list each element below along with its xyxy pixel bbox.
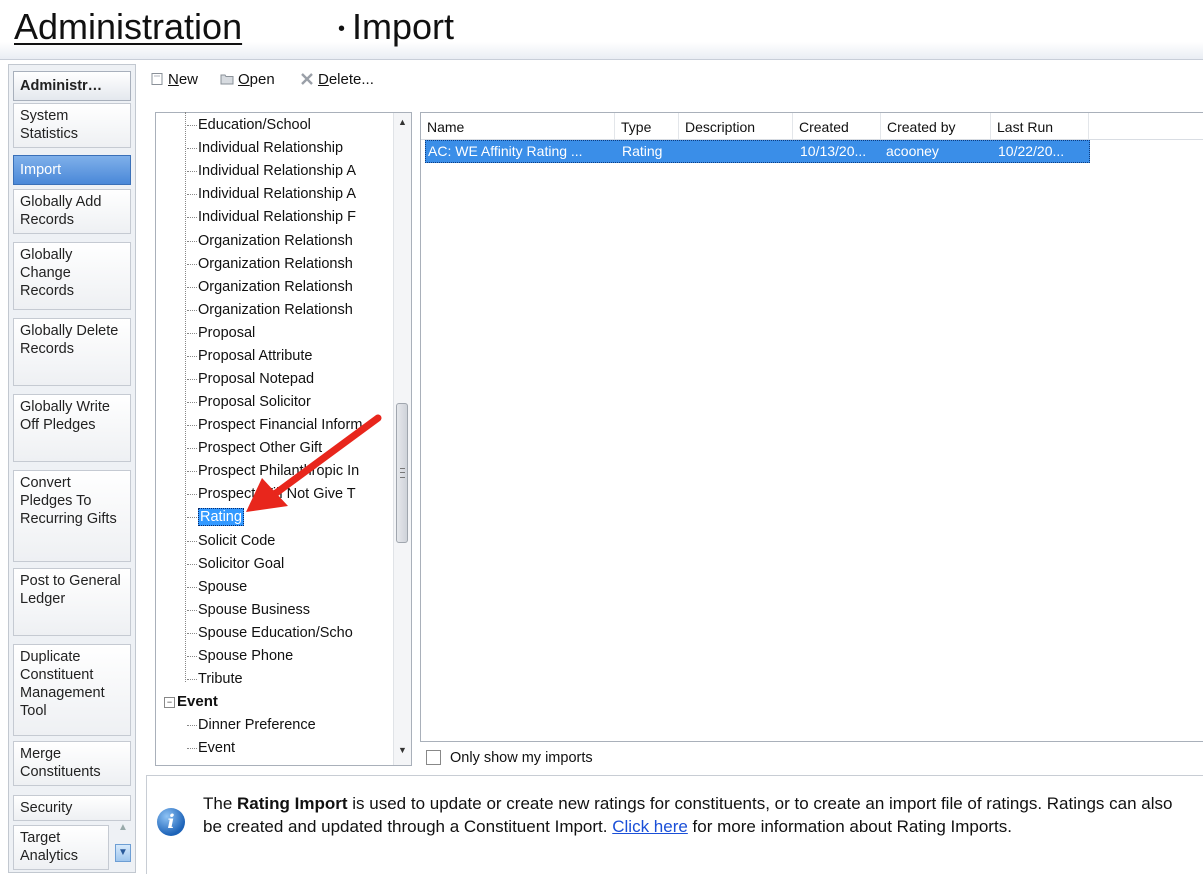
admin-nav-panel: Administr… System Statistics Import Glob…: [8, 64, 136, 873]
column-header-created[interactable]: Created: [793, 113, 881, 139]
column-header-name[interactable]: Name: [421, 113, 615, 139]
nav-item-import[interactable]: Import: [13, 155, 131, 185]
column-header-type[interactable]: Type: [615, 113, 679, 139]
info-icon: i: [157, 808, 185, 836]
tree-item[interactable]: Proposal Solicitor: [187, 391, 311, 413]
tree-item[interactable]: Event: [187, 737, 235, 759]
info-description: The Rating Import is used to update or c…: [203, 794, 1173, 836]
nav-item-globally-write-off-pledges[interactable]: Globally Write Off Pledges: [13, 394, 131, 462]
nav-scrollbar[interactable]: ▲ ▼: [115, 820, 131, 868]
new-button[interactable]: New: [150, 66, 198, 94]
tree-item[interactable]: Organization Relationsh: [187, 230, 353, 252]
open-button[interactable]: Open: [220, 66, 275, 94]
tree-item[interactable]: Individual Relationship A: [187, 183, 356, 205]
cell-description: [686, 141, 794, 162]
tree-item[interactable]: Organization Relationsh: [187, 253, 353, 275]
tree-item[interactable]: Spouse Phone: [187, 645, 293, 667]
tree-group-event[interactable]: − Event: [164, 691, 218, 713]
cell-created: 10/13/20...: [800, 143, 867, 159]
new-icon: [151, 73, 163, 85]
scroll-down-icon[interactable]: ▼: [394, 745, 411, 755]
help-link[interactable]: Click here: [612, 817, 688, 836]
tree-item[interactable]: Proposal Attribute: [187, 345, 312, 367]
only-my-imports-checkbox[interactable]: [426, 750, 441, 765]
grid-header: Name Type Description Created Created by…: [421, 113, 1203, 140]
scroll-thumb[interactable]: [396, 403, 408, 543]
tree-item[interactable]: Prospect Will Not Give T: [187, 483, 356, 505]
tree-item[interactable]: Dinner Preference: [187, 714, 316, 736]
table-row[interactable]: AC: WE Affinity Rating ... Rating 10/13/…: [425, 140, 1090, 163]
delete-x-icon: [301, 73, 313, 85]
title-bar: Administration • Import: [0, 0, 1203, 60]
scroll-down-icon[interactable]: ▼: [115, 844, 131, 862]
nav-item-merge-constituents[interactable]: Merge Constituents: [13, 741, 131, 786]
page-subtitle: Import: [352, 6, 455, 47]
nav-item-target-analytics[interactable]: Target Analytics: [13, 825, 109, 870]
tree-item[interactable]: Spouse Business: [187, 599, 310, 621]
nav-header-administration[interactable]: Administr…: [13, 71, 131, 101]
nav-item-globally-change-records[interactable]: Globally Change Records: [13, 242, 131, 310]
tree-scrollbar[interactable]: ▲ ▼: [393, 113, 411, 765]
tree-item-rating-selected[interactable]: Rating: [187, 506, 244, 528]
nav-item-duplicate-constituent-tool[interactable]: Duplicate Constituent Management Tool: [13, 644, 131, 736]
grip-icon: [400, 468, 405, 478]
nav-item-globally-delete-records[interactable]: Globally Delete Records: [13, 318, 131, 386]
nav-item-convert-pledges[interactable]: Convert Pledges To Recurring Gifts: [13, 470, 131, 562]
tree-item[interactable]: Organization Relationsh: [187, 299, 353, 321]
tree-item[interactable]: Organization Relationsh: [187, 276, 353, 298]
scroll-up-icon[interactable]: ▲: [115, 820, 131, 836]
tree-item[interactable]: Education/School: [187, 114, 311, 136]
cell-created-by: acooney: [886, 143, 939, 159]
tree-item[interactable]: Individual Relationship F: [187, 206, 356, 228]
tree-item[interactable]: Proposal Notepad: [187, 368, 314, 390]
cell-type: Rating: [622, 143, 663, 159]
tree-item[interactable]: Spouse: [187, 576, 247, 598]
only-my-imports-label[interactable]: Only show my imports: [450, 748, 593, 768]
tree-item[interactable]: Prospect Philanthropic In: [187, 460, 359, 482]
column-header-last-run[interactable]: Last Run: [991, 113, 1089, 139]
info-panel: i The Rating Import is used to update or…: [146, 775, 1203, 874]
nav-item-post-to-general-ledger[interactable]: Post to General Ledger: [13, 568, 131, 636]
column-header-created-by[interactable]: Created by: [881, 113, 991, 139]
tree-item[interactable]: Tribute: [187, 668, 243, 690]
nav-item-system-statistics[interactable]: System Statistics: [13, 103, 131, 148]
imports-grid: Name Type Description Created Created by…: [420, 112, 1203, 742]
tree-item[interactable]: Solicit Code: [187, 530, 275, 552]
scroll-up-icon[interactable]: ▲: [394, 117, 411, 127]
title-separator: •: [338, 18, 346, 40]
tree-item[interactable]: Solicitor Goal: [187, 553, 284, 575]
collapse-icon[interactable]: −: [164, 697, 175, 708]
nav-item-globally-add-records[interactable]: Globally Add Records: [13, 189, 131, 234]
column-header-description[interactable]: Description: [679, 113, 793, 139]
title-divider: [0, 59, 1203, 60]
tree-item[interactable]: Individual Relationship A: [187, 160, 356, 182]
cell-last-run: 10/22/20...: [998, 143, 1065, 159]
tree-item[interactable]: Proposal: [187, 322, 255, 344]
delete-button[interactable]: Delete...: [300, 66, 374, 94]
page-title[interactable]: Administration: [14, 6, 242, 48]
tree-item[interactable]: Spouse Education/Scho: [187, 622, 353, 644]
tree-item[interactable]: Prospect Other Gift: [187, 437, 322, 459]
tree-item[interactable]: Prospect Financial Inform: [187, 414, 362, 436]
tree-item[interactable]: Individual Relationship: [187, 137, 343, 159]
nav-item-security[interactable]: Security: [13, 795, 131, 821]
open-folder-icon: [220, 74, 234, 85]
cell-name: AC: WE Affinity Rating ...: [428, 143, 583, 159]
